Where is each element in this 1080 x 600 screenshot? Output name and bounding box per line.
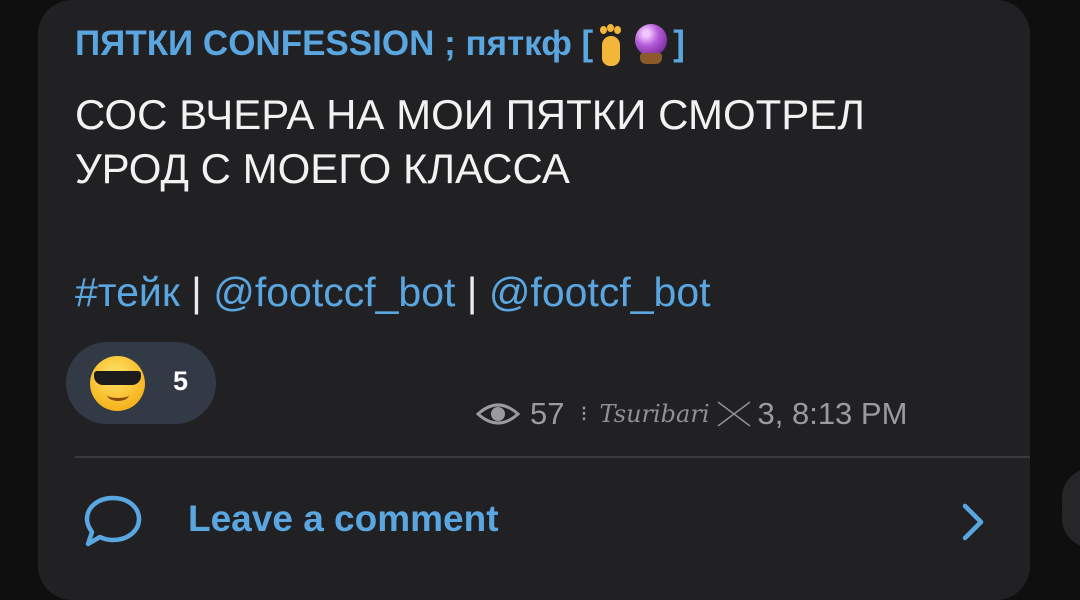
tag-separator: | bbox=[455, 269, 489, 315]
sunglasses-face-icon bbox=[90, 356, 145, 411]
mention-link-footccf[interactable]: @footccf_bot bbox=[213, 269, 455, 315]
message-meta: 57 ⁝ Tsuribari 3, 8:13 PM bbox=[476, 394, 907, 434]
message-time: 3, 8:13 PM bbox=[757, 396, 908, 431]
watermark-cross-icon bbox=[717, 401, 750, 427]
eye-icon bbox=[476, 403, 520, 425]
watermark-dots: ⁝ bbox=[580, 401, 588, 426]
view-count: 57 bbox=[530, 396, 565, 431]
leave-comment-button[interactable]: Leave a comment bbox=[188, 498, 499, 540]
channel-name: ПЯТКИ CONFESSION ; пяткф [ bbox=[75, 24, 594, 63]
crystal-ball-icon bbox=[632, 22, 670, 66]
message-tags: #тейк | @footccf_bot | @footcf_bot bbox=[75, 267, 711, 317]
hashtag-link[interactable]: #тейк bbox=[75, 269, 180, 315]
message-line-1: СОС ВЧЕРА НА МОИ ПЯТКИ СМОТРЕЛ bbox=[75, 91, 865, 138]
channel-title[interactable]: ПЯТКИ CONFESSION ; пяткф [ ] bbox=[75, 22, 685, 66]
channel-name-suffix: ] bbox=[673, 24, 685, 63]
watermark-text: Tsuribari bbox=[599, 400, 710, 428]
message-text: СОС ВЧЕРА НА МОИ ПЯТКИ СМОТРЕЛ УРОД С МОЕ… bbox=[75, 88, 1015, 196]
foot-icon bbox=[596, 22, 626, 66]
side-scroll-handle[interactable] bbox=[1062, 468, 1080, 548]
message-line-2: УРОД С МОЕГО КЛАССА bbox=[75, 145, 570, 192]
comment-bubble-icon[interactable] bbox=[82, 492, 144, 550]
reaction-count: 5 bbox=[173, 366, 189, 396]
divider bbox=[75, 456, 1030, 458]
tag-separator: | bbox=[179, 269, 214, 315]
reaction-chip[interactable]: 5 bbox=[66, 342, 216, 424]
mention-link-footcf[interactable]: @footcf_bot bbox=[489, 269, 711, 315]
chevron-right-icon[interactable] bbox=[958, 502, 988, 542]
